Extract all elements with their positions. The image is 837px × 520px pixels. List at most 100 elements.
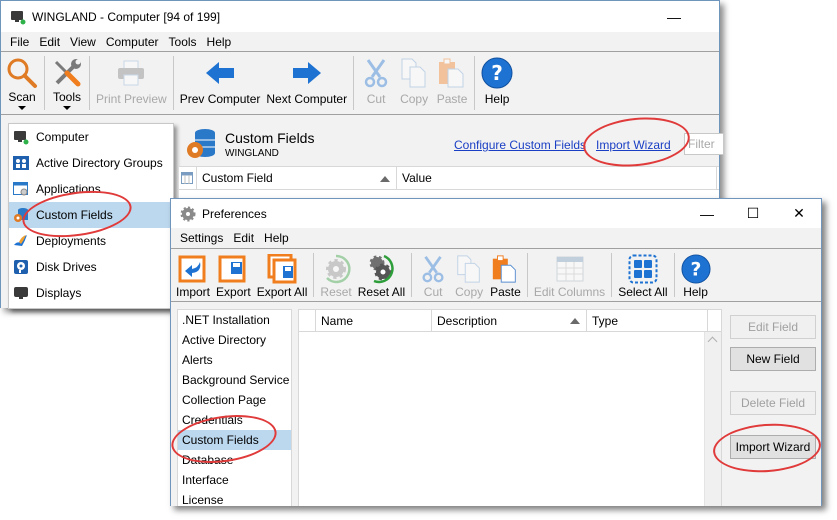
nav-item-custom-fields[interactable]: Custom Fields [9, 202, 173, 228]
scan-button[interactable]: Scan [3, 52, 41, 114]
paste-icon [490, 254, 520, 284]
nav-item-deployments[interactable]: Deployments [9, 228, 173, 254]
help-button[interactable]: ? Help [678, 249, 714, 301]
scan-label: Scan [8, 90, 36, 104]
category-alerts[interactable]: Alerts [178, 350, 291, 370]
category-background-service[interactable]: Background Service [178, 370, 291, 390]
print-preview-button[interactable]: Print Preview [93, 52, 170, 114]
import-button[interactable]: Import [173, 249, 213, 301]
cut-button[interactable]: Cut [415, 249, 451, 301]
nav-label: Disk Drives [36, 260, 97, 274]
category-custom-fields[interactable]: Custom Fields [178, 430, 291, 450]
column-header-description[interactable]: Description [432, 310, 587, 331]
column-header-value[interactable]: Value [397, 167, 717, 189]
copy-button[interactable]: Copy [395, 52, 433, 114]
export-button[interactable]: Export [213, 249, 254, 301]
menu-computer[interactable]: Computer [101, 35, 164, 49]
minimize-button[interactable]: — [651, 1, 697, 32]
nav-label: Computer [36, 130, 89, 144]
tools-button[interactable]: Tools [48, 52, 86, 114]
sort-ascending-icon [380, 176, 390, 182]
reset-gear-icon [321, 254, 351, 284]
category-net-installation[interactable]: .NET Installation [178, 310, 291, 330]
prev-computer-button[interactable]: Prev Computer [177, 52, 264, 114]
category-database[interactable]: Database [178, 450, 291, 470]
menu-settings[interactable]: Settings [175, 231, 228, 245]
maximize-button[interactable]: ☐ [730, 199, 776, 228]
export-label: Export [216, 285, 251, 299]
arrow-left-icon [204, 57, 236, 89]
menu-edit[interactable]: Edit [228, 231, 259, 245]
nav-item-displays[interactable]: Displays [9, 280, 173, 306]
import-wizard-button[interactable]: Import Wizard [730, 435, 816, 459]
nav-label: Active Directory Groups [36, 156, 163, 170]
edit-columns-button[interactable]: Edit Columns [531, 249, 608, 301]
svg-text:?: ? [690, 260, 701, 281]
preferences-window: Preferences — ☐ ✕ Settings Edit Help Imp… [170, 198, 822, 506]
paste-button[interactable]: Paste [487, 249, 524, 301]
column-label: Description [437, 313, 498, 328]
vertical-scrollbar[interactable] [704, 332, 721, 506]
delete-field-button[interactable]: Delete Field [730, 391, 816, 415]
new-field-button[interactable]: New Field [730, 347, 816, 371]
paste-icon [436, 57, 468, 89]
cut-label: Cut [423, 285, 443, 299]
next-computer-button[interactable]: Next Computer [263, 52, 350, 114]
scroll-up-arrow-icon[interactable] [707, 336, 718, 347]
custom-fields-grid-header: Custom Field Value [179, 166, 719, 190]
menu-tools[interactable]: Tools [164, 35, 202, 49]
category-active-directory[interactable]: Active Directory [178, 330, 291, 350]
tools-label: Tools [52, 90, 81, 104]
menu-file[interactable]: File [5, 35, 34, 49]
reset-all-button[interactable]: Reset All [355, 249, 408, 301]
nav-item-active-directory-groups[interactable]: Active Directory Groups [9, 150, 173, 176]
select-all-button[interactable]: Select All [615, 249, 670, 301]
reset-all-label: Reset All [357, 285, 406, 299]
minimize-button[interactable]: — [684, 199, 730, 228]
nav-label: Deployments [36, 234, 107, 248]
menu-view[interactable]: View [65, 35, 101, 49]
preferences-body: .NET Installation Active Directory Alert… [171, 303, 821, 506]
filter-input[interactable]: Filter [684, 133, 724, 155]
reset-all-gears-icon [366, 254, 396, 284]
toolbar-separator [89, 56, 90, 110]
menu-help[interactable]: Help [202, 35, 237, 49]
nav-item-disk-drives[interactable]: Disk Drives [9, 254, 173, 280]
configure-custom-fields-link[interactable]: Configure Custom Fields [454, 138, 586, 152]
import-wizard-link[interactable]: Import Wizard [596, 138, 671, 152]
toolbar-separator [611, 253, 613, 297]
reset-label: Reset [320, 285, 352, 299]
help-button[interactable]: ? Help [478, 52, 516, 114]
category-interface[interactable]: Interface [178, 470, 291, 490]
category-nav: Computer Active Directory Groups Applica… [8, 123, 174, 309]
grid-icon [181, 172, 193, 184]
paste-button[interactable]: Paste [433, 52, 471, 114]
custom-fields-icon [13, 207, 29, 223]
nav-item-computer[interactable]: Computer [9, 124, 173, 150]
column-chooser-button[interactable] [179, 167, 197, 189]
close-button[interactable]: ✕ [776, 199, 822, 228]
column-header-name[interactable]: Name [316, 310, 432, 331]
applications-icon [13, 181, 29, 197]
menu-edit[interactable]: Edit [34, 35, 65, 49]
edit-field-button[interactable]: Edit Field [730, 315, 816, 339]
nav-item-applications[interactable]: Applications [9, 176, 173, 202]
category-license[interactable]: License [178, 490, 291, 506]
field-actions: Edit Field New Field Delete Field Import… [724, 303, 821, 506]
select-all-label: Select All [618, 285, 668, 299]
category-collection-page[interactable]: Collection Page [178, 390, 291, 410]
copy-icon [398, 57, 430, 89]
cut-button[interactable]: Cut [357, 52, 395, 114]
reset-button[interactable]: Reset [317, 249, 354, 301]
menu-help[interactable]: Help [259, 231, 294, 245]
column-header-custom-field[interactable]: Custom Field [197, 167, 397, 189]
category-credentials[interactable]: Credentials [178, 410, 291, 430]
export-icon [218, 254, 248, 284]
export-all-button[interactable]: Export All [254, 249, 311, 301]
column-label: Type [592, 313, 619, 328]
copy-button[interactable]: Copy [451, 249, 487, 301]
cut-label: Cut [366, 92, 386, 106]
column-header-type[interactable]: Type [587, 310, 708, 331]
computer-icon [13, 129, 29, 145]
window-title: WINGLAND - Computer [94 of 199] [32, 9, 221, 24]
